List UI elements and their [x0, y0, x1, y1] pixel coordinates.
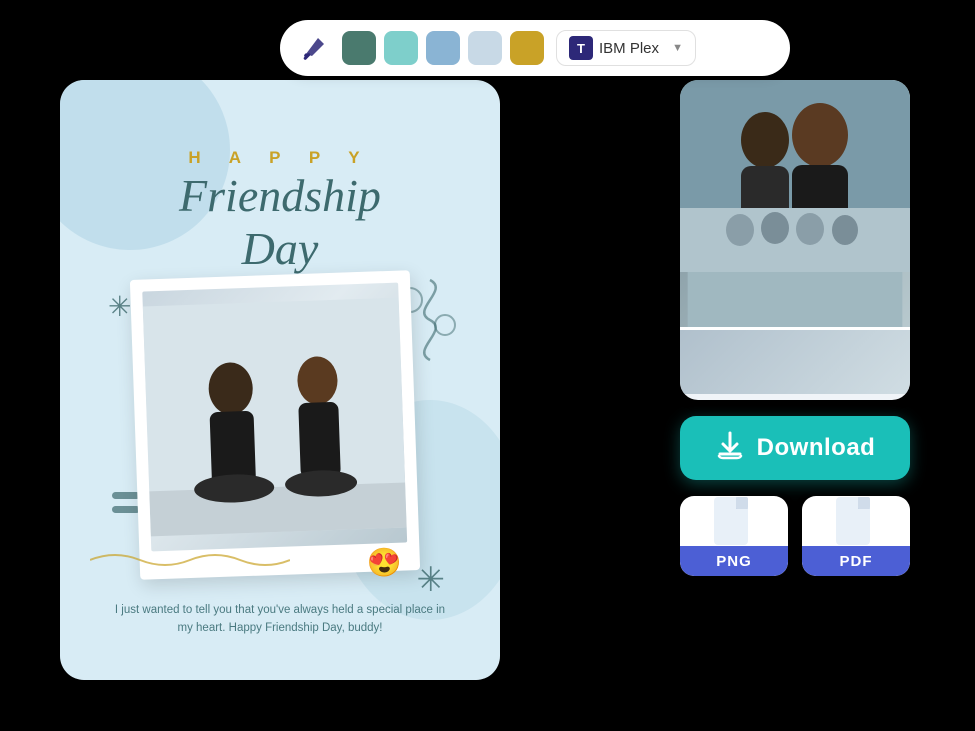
font-name-label: IBM Plex [599, 40, 659, 57]
photo-strip [680, 80, 910, 400]
png-badge: PNG [680, 546, 788, 576]
polaroid-frame: 😍 [130, 270, 420, 580]
font-selector[interactable]: T IBM Plex ▼ [556, 30, 696, 66]
card-happy-label: H A P P Y [60, 148, 500, 168]
asterisk-decoration-right: ✳ [417, 560, 446, 600]
card-title-line1: Friendship [179, 170, 381, 221]
card-title: Friendship Day [60, 170, 500, 276]
swatch-teal[interactable] [384, 31, 418, 65]
color-swatches [342, 31, 544, 65]
pdf-format-card[interactable]: PDF [802, 496, 910, 576]
download-label: Download [757, 434, 876, 462]
toolbar: T IBM Plex ▼ [280, 20, 790, 76]
strip-bottom-photo [680, 330, 910, 394]
pdf-file-icon-container [802, 496, 910, 546]
png-format-card[interactable]: PNG [680, 496, 788, 576]
swatch-light-blue[interactable] [468, 31, 502, 65]
swatch-dark-green[interactable] [342, 31, 376, 65]
download-button[interactable]: Download [680, 416, 910, 480]
polaroid-emoji: 😍 [366, 546, 402, 580]
right-panel: Download PNG [680, 80, 940, 576]
wave-decoration [90, 545, 290, 580]
polaroid-photo [142, 283, 407, 552]
dash-decorations [112, 492, 140, 520]
card-subtitle: I just wanted to tell you that you've al… [60, 602, 500, 638]
png-file-icon-container [680, 496, 788, 546]
format-buttons: PNG PDF [680, 496, 940, 576]
asterisk-decoration-left: ✳ [108, 290, 131, 323]
download-icon [715, 430, 745, 467]
card-title-line2: Day [242, 223, 319, 274]
paint-bucket-icon[interactable] [298, 32, 330, 64]
chevron-down-icon: ▼ [672, 42, 683, 54]
font-t-icon: T [569, 36, 593, 60]
swatch-blue[interactable] [426, 31, 460, 65]
pdf-badge: PDF [802, 546, 910, 576]
swatch-gold[interactable] [510, 31, 544, 65]
greeting-card: ✳ ✳ ♥ H A P P Y Friendship Day [60, 80, 500, 680]
